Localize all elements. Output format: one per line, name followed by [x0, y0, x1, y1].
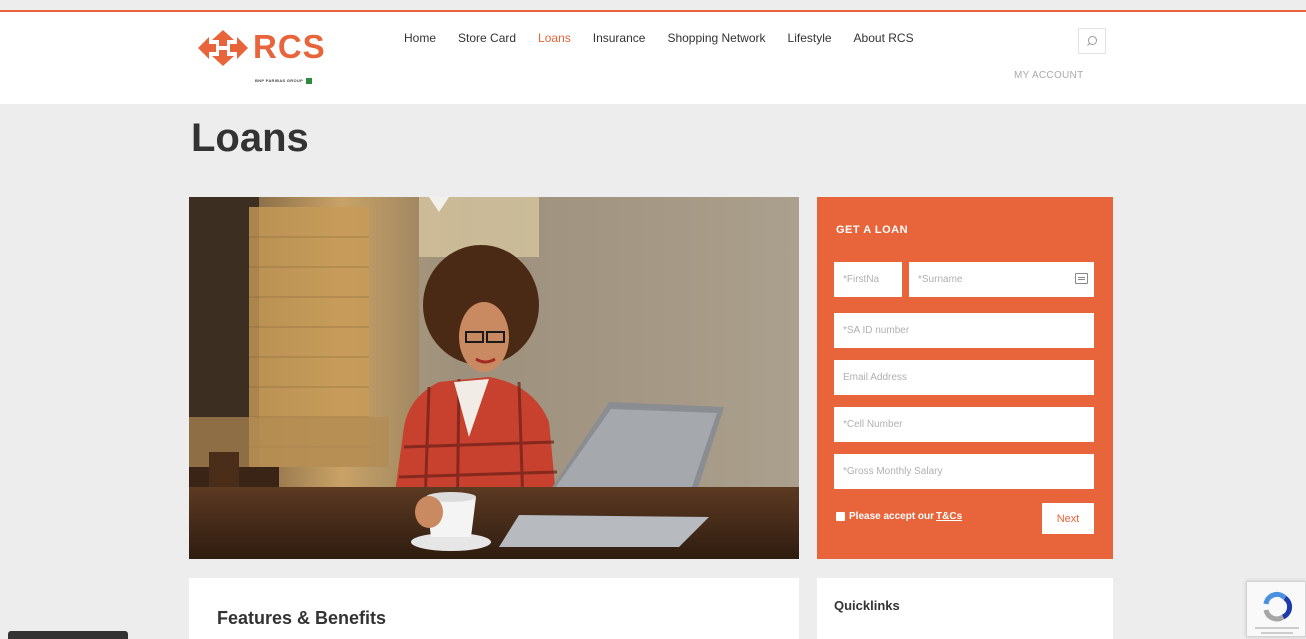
- logo-subtext: BNP PARIBAS GROUP: [255, 78, 313, 84]
- my-account-link[interactable]: MY ACCOUNT: [1014, 70, 1084, 81]
- recaptcha-badge[interactable]: [1246, 581, 1306, 637]
- terms-link[interactable]: T&Cs: [936, 511, 962, 522]
- form-title: GET A LOAN: [836, 224, 909, 236]
- features-title: Features & Benefits: [217, 608, 387, 628]
- hero-photo: [189, 197, 799, 559]
- search-button[interactable]: [1078, 28, 1106, 54]
- nav-shopping-network[interactable]: Shopping Network: [667, 31, 765, 45]
- page-title: Loans: [191, 116, 309, 160]
- hero-photo-illustration: [189, 197, 799, 559]
- main-nav: Home Store Card Loans Insurance Shopping…: [393, 31, 925, 45]
- sa-id-field[interactable]: [834, 313, 1094, 348]
- accept-terms-checkbox[interactable]: [836, 512, 845, 521]
- email-field[interactable]: [834, 360, 1094, 395]
- quicklinks-card: Quicklinks: [817, 578, 1113, 639]
- logo-text: RCS: [253, 28, 326, 65]
- nav-store-card[interactable]: Store Card: [458, 31, 516, 45]
- accept-terms-row: Please accept our T&Cs: [836, 511, 962, 522]
- cell-number-field[interactable]: [834, 407, 1094, 442]
- nav-loans[interactable]: Loans: [538, 31, 571, 45]
- get-a-loan-form: GET A LOAN Please accept our T&Cs Next: [817, 197, 1113, 559]
- recaptcha-icon: [1255, 591, 1299, 634]
- nav-home[interactable]: Home: [404, 31, 436, 45]
- surname-field[interactable]: [909, 262, 1094, 297]
- features-card: Features & Benefits: [189, 578, 799, 639]
- contact-card-icon: [1075, 273, 1088, 284]
- rcs-logo-icon: [198, 30, 248, 66]
- site-header: [0, 12, 1306, 104]
- next-button[interactable]: Next: [1042, 503, 1094, 534]
- search-icon: [1087, 36, 1097, 46]
- nav-lifestyle[interactable]: Lifestyle: [788, 31, 832, 45]
- quicklinks-title: Quicklinks: [834, 598, 900, 613]
- bottom-left-tab[interactable]: [8, 631, 128, 639]
- rcs-logo[interactable]: RCS BNP PARIBAS GROUP: [198, 26, 338, 88]
- nav-about-rcs[interactable]: About RCS: [854, 31, 914, 45]
- first-name-field[interactable]: [834, 262, 902, 297]
- gross-salary-field[interactable]: [834, 454, 1094, 489]
- nav-insurance[interactable]: Insurance: [593, 31, 646, 45]
- accept-terms-label: Please accept our: [849, 511, 935, 522]
